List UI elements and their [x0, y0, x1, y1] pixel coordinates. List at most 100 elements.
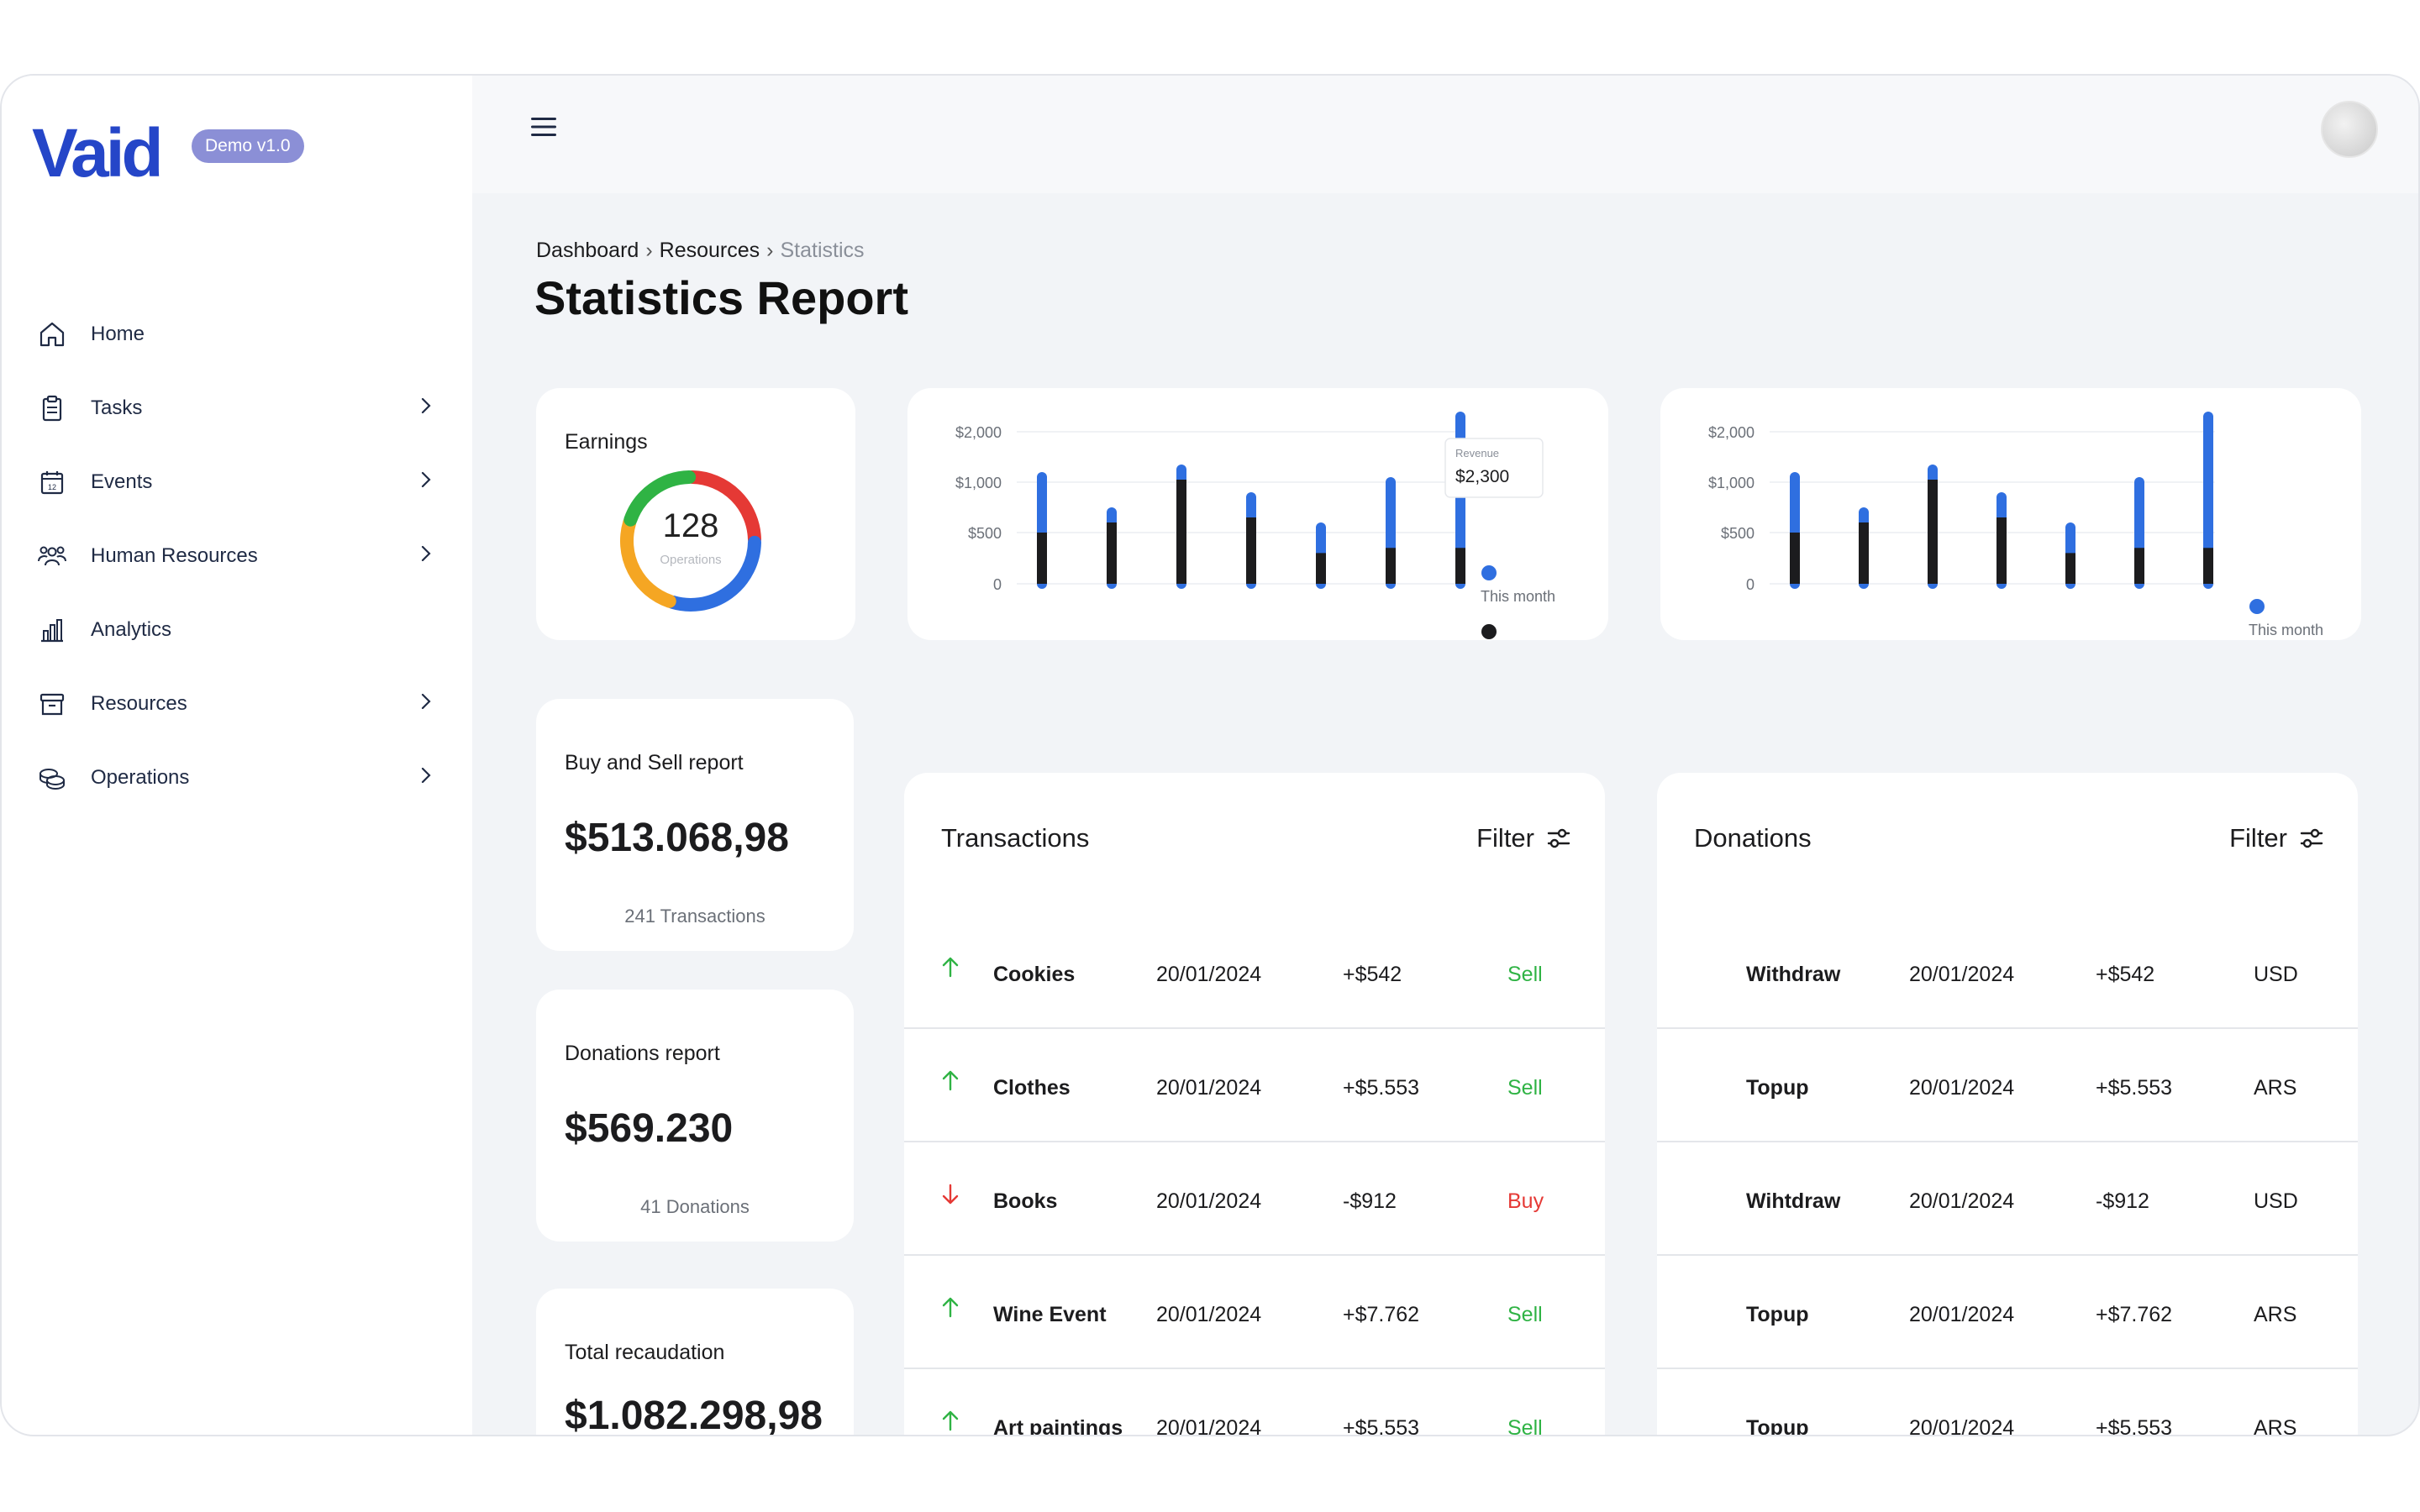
donation-amount: +$542 — [2096, 963, 2155, 986]
transaction-row[interactable]: Clothes 20/01/2024 +$5.553 Sell — [904, 1029, 1605, 1142]
app-window: Vaid Demo v1.0 Home Tasks 12 Events Human Re… — [0, 74, 2420, 1436]
donations-filter-button[interactable]: Filter — [2229, 823, 2324, 853]
donation-currency: USD — [2254, 963, 2298, 986]
sidebar: Vaid Demo v1.0 Home Tasks 12 Events Human Re… — [2, 76, 472, 1435]
archive-icon — [37, 689, 67, 719]
version-badge: Demo v1.0 — [192, 129, 304, 163]
donation-date: 20/01/2024 — [1909, 1189, 2015, 1213]
sidebar-item-operations[interactable]: Operations — [37, 741, 432, 815]
breadcrumb-resources[interactable]: Resources — [660, 239, 760, 262]
filter-label: Filter — [2229, 823, 2287, 853]
calendar-icon: 12 — [37, 467, 67, 497]
sidebar-item-analytics[interactable]: Analytics — [37, 593, 432, 667]
transaction-name: Art paintings — [993, 1416, 1123, 1436]
breadcrumb-separator: › — [645, 239, 653, 262]
transaction-name: Wine Event — [993, 1303, 1107, 1326]
total-recaudation-card: Total recaudation $1.082.298,98 — [536, 1289, 854, 1436]
report-label: Total recaudation — [565, 1341, 725, 1364]
donation-currency: ARS — [2254, 1416, 2297, 1436]
legend-dot-this-month — [1481, 565, 1497, 580]
sliders-icon — [1547, 828, 1570, 848]
donations-title: Donations — [1694, 823, 1812, 853]
arrow-down-icon — [941, 1183, 960, 1212]
breadcrumb: Dashboard › Resources › Statistics — [536, 239, 865, 263]
donut-segment — [666, 535, 761, 612]
svg-text:12: 12 — [48, 483, 56, 491]
report-count: 41 Donations — [640, 1196, 750, 1217]
bar-chart-icon — [37, 615, 67, 645]
donation-type: Topup — [1746, 1416, 1809, 1436]
transaction-amount: +$542 — [1343, 963, 1402, 986]
donation-row[interactable]: Topup 20/01/2024 +$5.553 ARS — [1657, 1029, 2358, 1142]
report-count: 241 Transactions — [624, 906, 765, 927]
donations-report-card: Donations report $569.230 41 Donations — [536, 990, 854, 1242]
menu-toggle-button[interactable] — [531, 116, 556, 142]
transaction-status: Buy — [1507, 1189, 1544, 1213]
chevron-right-icon — [420, 766, 432, 790]
transaction-status: Sell — [1507, 1303, 1543, 1326]
report-amount: $569.230 — [565, 1106, 734, 1151]
transaction-date: 20/01/2024 — [1156, 1303, 1262, 1326]
chart-tooltip: Revenue $2,300 — [1444, 438, 1544, 498]
avatar[interactable] — [2321, 101, 2378, 158]
transaction-row[interactable]: Cookies 20/01/2024 +$542 Sell — [904, 916, 1605, 1029]
donation-date: 20/01/2024 — [1909, 1303, 2015, 1326]
donation-type: Withdraw — [1746, 963, 1841, 986]
transaction-amount: +$7.762 — [1343, 1303, 1420, 1326]
transaction-row[interactable]: Wine Event 20/01/2024 +$7.762 Sell — [904, 1256, 1605, 1369]
transaction-row[interactable]: Art paintings 20/01/2024 +$5.553 Sell — [904, 1369, 1605, 1436]
weekly-revenue-chart: $2,000$1,000$5000SunMonTueWedThuFriSatTh… — [1708, 412, 2323, 638]
donation-date: 20/01/2024 — [1909, 1416, 2015, 1436]
logo[interactable]: Vaid — [32, 114, 164, 193]
earnings-card: Earnings 128 Operations — [536, 388, 855, 640]
report-label: Buy and Sell report — [565, 751, 744, 774]
tooltip-label: Revenue — [1455, 447, 1499, 459]
donation-row[interactable]: Topup 20/01/2024 +$7.762 ARS — [1657, 1256, 2358, 1369]
tooltip-value: $2,300 — [1455, 467, 1509, 486]
coins-icon — [37, 763, 67, 793]
donation-row[interactable]: Wihtdraw 20/01/2024 -$912 USD — [1657, 1142, 2358, 1256]
transactions-title: Transactions — [941, 823, 1090, 853]
earnings-subtitle: Operations — [660, 553, 722, 567]
y-tick-label: $1,000 — [955, 475, 1002, 491]
breadcrumb-dashboard[interactable]: Dashboard — [536, 239, 639, 262]
legend-dot-prev-month — [1481, 624, 1497, 639]
arrow-up-icon — [941, 1296, 960, 1326]
donation-amount: -$912 — [2096, 1189, 2149, 1213]
donation-row[interactable]: Withdraw 20/01/2024 +$542 USD — [1657, 916, 2358, 1029]
transaction-name: Cookies — [993, 963, 1076, 986]
legend-dot-this-month — [2249, 599, 2265, 614]
report-amount: $1.082.298,98 — [565, 1394, 823, 1436]
sidebar-item-label: Operations — [91, 766, 190, 789]
transactions-list: Cookies 20/01/2024 +$542 Sell Clothes 20/01/2… — [904, 916, 1605, 1436]
y-tick-label: $2,000 — [955, 424, 1002, 441]
donations-list: Withdraw 20/01/2024 +$542 USD Topup 20/01/202… — [1657, 916, 2358, 1436]
report-label: Donations report — [565, 1042, 720, 1065]
sidebar-item-events[interactable]: 12 Events — [37, 445, 432, 519]
transaction-date: 20/01/2024 — [1156, 1076, 1262, 1100]
sidebar-item-resources[interactable]: Resources — [37, 667, 432, 741]
transactions-filter-button[interactable]: Filter — [1476, 823, 1571, 853]
weekly-revenue-chart-card: $2,000$1,000$5000SunMonTueWedThuFriSatTh… — [1660, 388, 2361, 640]
sliders-icon — [2300, 828, 2323, 848]
chevron-right-icon — [420, 544, 432, 569]
donation-row[interactable]: Topup 20/01/2024 +$5.553 ARS — [1657, 1369, 2358, 1436]
sidebar-item-label: Resources — [91, 692, 187, 715]
donation-amount: +$5.553 — [2096, 1416, 2173, 1436]
y-tick-label: $1,000 — [1708, 475, 1754, 491]
sidebar-item-home[interactable]: Home — [37, 297, 432, 371]
sidebar-item-label: Tasks — [91, 396, 143, 419]
transaction-amount: -$912 — [1343, 1189, 1397, 1213]
home-icon — [37, 319, 67, 349]
transaction-status: Sell — [1507, 1416, 1543, 1436]
sidebar-item-human-resources[interactable]: Human Resources — [37, 519, 432, 593]
donation-amount: +$5.553 — [2096, 1076, 2173, 1100]
transaction-row[interactable]: Books 20/01/2024 -$912 Buy — [904, 1142, 1605, 1256]
donation-currency: USD — [2254, 1189, 2298, 1213]
arrow-up-icon — [941, 1410, 960, 1435]
donation-currency: ARS — [2254, 1076, 2297, 1100]
chevron-right-icon — [420, 692, 432, 717]
monthly-revenue-chart-card: $2,000$1,000$5000JanFebMarAprMayJunJulTh… — [908, 388, 1608, 640]
sidebar-item-tasks[interactable]: Tasks — [37, 371, 432, 445]
sidebar-item-label: Human Resources — [91, 544, 258, 567]
